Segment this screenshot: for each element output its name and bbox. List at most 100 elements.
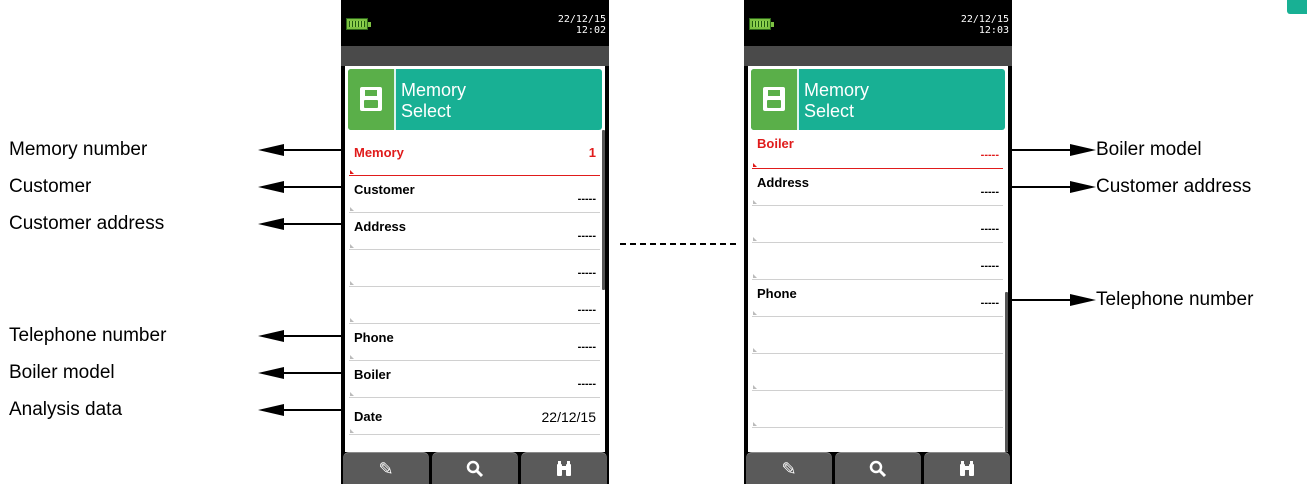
row-corner-tick xyxy=(753,274,757,278)
row-label: Phone xyxy=(354,330,394,345)
row-corner-tick xyxy=(753,163,757,167)
memory-select-header: Memory Select xyxy=(348,69,602,130)
device-screen-right: 22/12/15 12:03 Memory Select Boiler ----… xyxy=(744,0,1012,484)
row-empty[interactable] xyxy=(752,317,1003,354)
time-text: 12:03 xyxy=(978,25,1009,36)
arrow-telephone-number xyxy=(258,330,345,342)
label-customer-address: Customer address xyxy=(9,213,165,234)
binoculars-icon xyxy=(521,457,607,484)
row-value: ----- xyxy=(577,193,596,205)
battery-icon xyxy=(749,18,774,30)
row-label: Address xyxy=(757,175,810,190)
screen-area: Memory Select Memory 1 Customer ----- Ad… xyxy=(345,66,605,452)
header-icon-box xyxy=(348,69,394,130)
pencil-icon: ✎ xyxy=(378,459,394,479)
edit-softkey[interactable]: ✎ xyxy=(746,452,832,484)
row-corner-tick xyxy=(350,392,354,396)
find-softkey[interactable] xyxy=(521,452,607,484)
row-value: ----- xyxy=(980,186,999,198)
label-customer-address-right: Customer address xyxy=(1096,176,1252,197)
row-value: ----- xyxy=(980,260,999,272)
floppy-disk-icon xyxy=(360,87,382,111)
header-title: Memory Select xyxy=(804,80,869,122)
header-icon-box xyxy=(751,69,797,130)
row-corner-tick xyxy=(753,422,757,426)
title-band xyxy=(744,46,1012,66)
row-date[interactable]: Date 22/12/15 xyxy=(349,398,600,435)
magnifier-icon xyxy=(432,457,518,484)
date-text: 22/12/15 xyxy=(960,14,1009,25)
row-corner-tick xyxy=(350,244,354,248)
row-address[interactable]: Address ----- xyxy=(752,169,1003,206)
row-address-line2[interactable]: ----- xyxy=(752,206,1003,243)
row-corner-tick xyxy=(753,200,757,204)
row-phone[interactable]: Phone ----- xyxy=(752,280,1003,317)
header-separator xyxy=(394,69,396,130)
row-address-line3[interactable]: ----- xyxy=(752,243,1003,280)
battery-icon xyxy=(346,18,371,30)
memory-select-header: Memory Select xyxy=(751,69,1005,130)
row-corner-tick xyxy=(350,281,354,285)
row-empty[interactable] xyxy=(752,354,1003,391)
row-value: ----- xyxy=(980,149,999,161)
row-label: Phone xyxy=(757,286,797,301)
row-value: ----- xyxy=(577,341,596,353)
row-address-line2[interactable]: ----- xyxy=(349,250,600,287)
search-softkey[interactable] xyxy=(835,452,921,484)
callout-arrows xyxy=(258,144,1096,416)
device-screen-left: 22/12/15 12:02 Memory Select Memory 1 Cu… xyxy=(341,0,609,484)
time-text: 12:02 xyxy=(575,25,606,36)
status-bar: 22/12/15 12:02 xyxy=(341,0,609,46)
row-address[interactable]: Address ----- xyxy=(349,213,600,250)
row-label: Address xyxy=(354,219,407,234)
row-corner-tick xyxy=(350,355,354,359)
row-memory[interactable]: Memory 1 xyxy=(349,139,600,176)
arrow-analysis-data xyxy=(258,404,345,416)
row-value: 1 xyxy=(588,145,596,160)
label-customer: Customer xyxy=(9,176,92,197)
row-customer[interactable]: Customer ----- xyxy=(349,176,600,213)
row-phone[interactable]: Phone ----- xyxy=(349,324,600,361)
label-telephone-number-right: Telephone number xyxy=(1096,289,1254,310)
arrow-boiler-model xyxy=(258,367,345,379)
row-boiler[interactable]: Boiler ----- xyxy=(752,132,1003,169)
search-softkey[interactable] xyxy=(432,452,518,484)
row-value: ----- xyxy=(577,378,596,390)
arrow-customer-address xyxy=(258,218,345,230)
memory-field-list: Memory 1 Customer ----- Address ----- --… xyxy=(349,139,600,435)
header-title: Memory Select xyxy=(401,80,466,122)
row-label: Memory xyxy=(354,145,404,160)
row-label: Boiler xyxy=(354,367,391,382)
row-label: Date xyxy=(354,409,383,424)
pencil-icon: ✎ xyxy=(781,459,797,479)
row-corner-tick xyxy=(753,348,757,352)
floppy-disk-icon xyxy=(763,87,785,111)
title-band xyxy=(341,46,609,66)
scrollbar[interactable] xyxy=(1005,292,1008,452)
arrow-memory-number xyxy=(258,144,345,156)
row-address-line3[interactable]: ----- xyxy=(349,287,600,324)
row-corner-tick xyxy=(350,429,354,433)
header-title-line2: Select xyxy=(401,101,452,121)
status-bar: 22/12/15 12:03 xyxy=(744,0,1012,46)
header-separator xyxy=(797,69,799,130)
find-softkey[interactable] xyxy=(924,452,1010,484)
label-memory-number: Memory number xyxy=(9,139,148,160)
row-empty[interactable] xyxy=(752,391,1003,428)
row-boiler[interactable]: Boiler ----- xyxy=(349,361,600,398)
datetime: 22/12/15 12:02 xyxy=(558,14,606,36)
arrow-customer xyxy=(258,181,345,193)
row-value: ----- xyxy=(980,297,999,309)
datetime: 22/12/15 12:03 xyxy=(961,14,1009,36)
label-boiler-model: Boiler model xyxy=(9,362,115,383)
header-title-line2: Select xyxy=(804,101,855,121)
row-corner-tick xyxy=(350,318,354,322)
scrollbar[interactable] xyxy=(602,130,605,290)
edit-softkey[interactable]: ✎ xyxy=(343,452,429,484)
arrow-right-telephone-number xyxy=(1012,294,1096,306)
row-value: ----- xyxy=(577,230,596,242)
magnifier-icon xyxy=(835,457,921,484)
label-telephone-number: Telephone number xyxy=(9,325,167,346)
label-boiler-model-right: Boiler model xyxy=(1096,139,1202,160)
row-corner-tick xyxy=(350,207,354,211)
